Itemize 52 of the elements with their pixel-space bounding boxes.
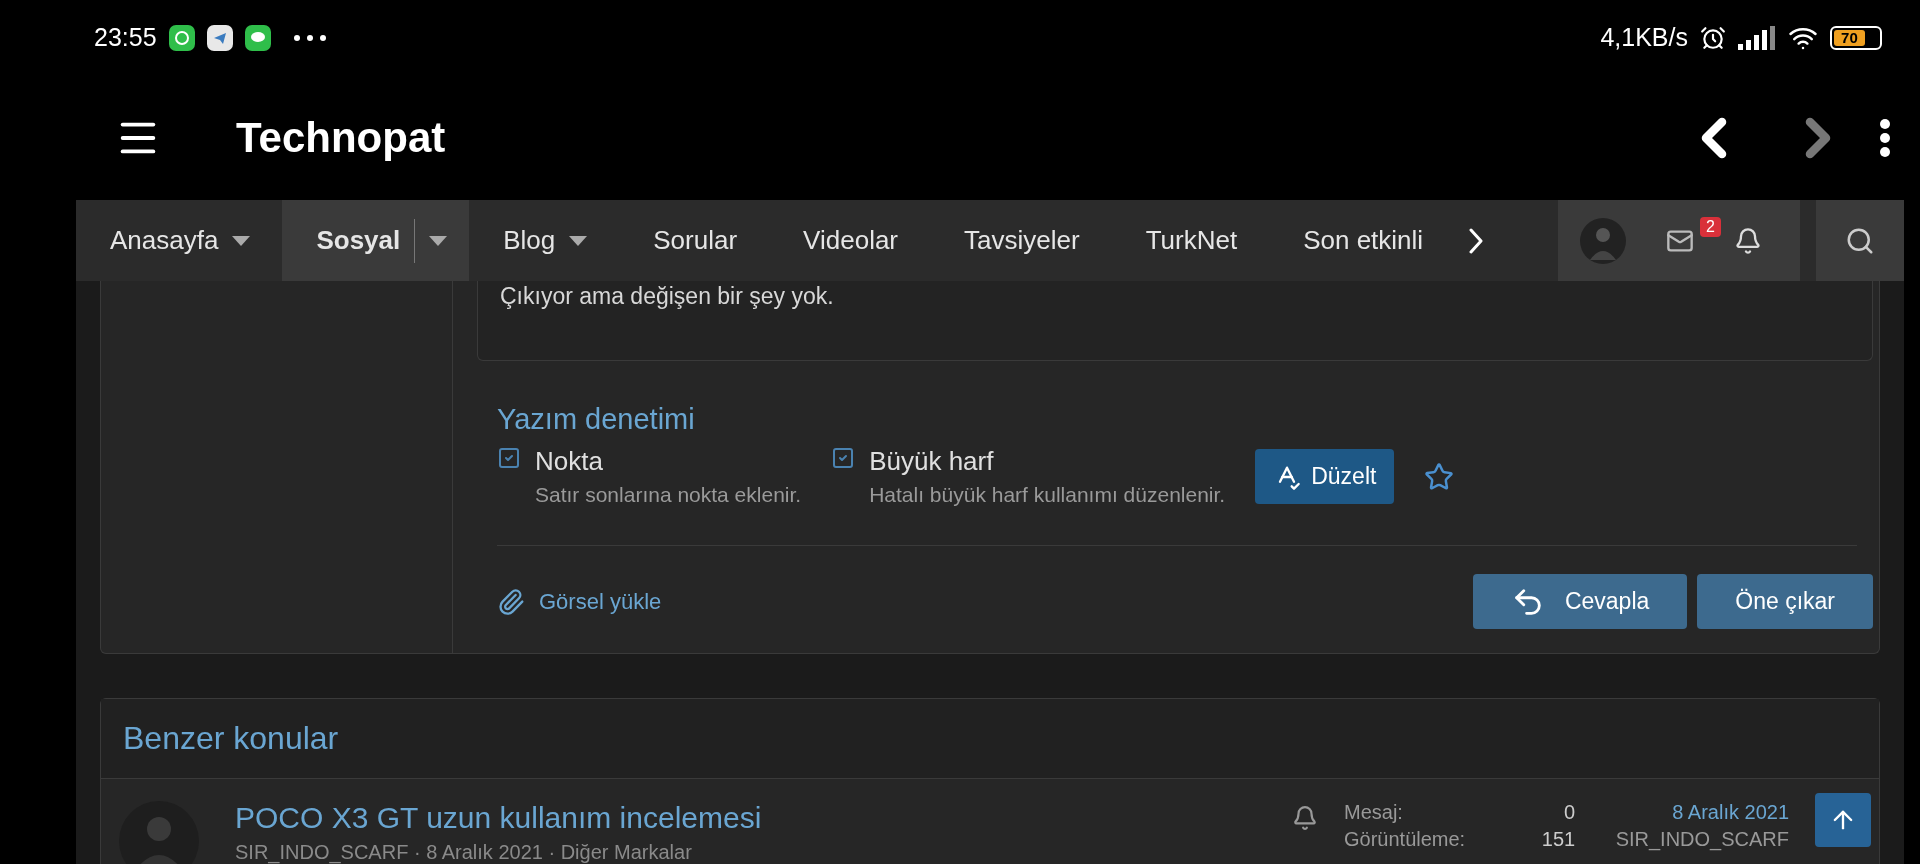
message-field[interactable]: Çıkıyor ama değişen bir şey yok. [477,281,1873,361]
stat-label: Mesaj: [1344,801,1404,824]
reply-button[interactable]: Cevapla [1472,574,1688,629]
nav-tab[interactable]: Tavsiyeler [930,200,1112,281]
chat-app-icon [168,24,195,51]
paper-plane-icon [206,24,233,51]
nav-tab[interactable]: Son etkinli [1269,200,1456,281]
message-bubble-icon [244,24,271,51]
caret-icon[interactable] [429,235,448,246]
scroll-right-button[interactable] [1469,227,1484,254]
app-title: Technopat [236,113,446,162]
stat-value: 0 [1563,801,1576,824]
bell-icon[interactable] [1292,805,1318,831]
upload-image-link[interactable]: Görsel yükle [497,587,662,616]
notification-count: 2 [1700,216,1721,237]
thread-meta: SIR_INDO_SCARF · 8 Aralık 2021 · Diğer Markalar [235,841,693,864]
nav-tab[interactable]: Blog [469,200,620,281]
nav-tab[interactable]: Videolar [769,200,931,281]
alarm-icon [1700,24,1726,51]
caret-icon[interactable] [232,235,251,246]
checked-box-icon [497,446,521,470]
caret-icon[interactable] [569,235,588,246]
notifications-button[interactable] [1734,226,1762,255]
feature-button[interactable]: Öne çıkar [1697,574,1873,629]
option-label: Nokta [535,446,604,477]
chevron-right-icon [1469,227,1484,254]
nav-tab[interactable]: Sorular [619,200,770,281]
more-options-button[interactable] [1880,118,1890,157]
scroll-top-button[interactable] [1815,793,1871,847]
fix-button[interactable]: Düzelt [1255,449,1395,504]
option-label: Büyük harf [869,446,995,477]
battery-icon: 70 [1830,25,1882,50]
star-button[interactable] [1424,461,1455,492]
last-post-user: SIR_INDO_SCARF [1615,828,1789,851]
more-icon [1880,118,1890,157]
section-title: Benzer konular [123,720,339,757]
nav-tab[interactable]: Sosyal [282,200,470,281]
paperclip-icon [497,587,525,616]
thread-title[interactable]: POCO X3 GT uzun kullanım incelemesi [235,801,1292,835]
status-time: 23:55 [94,23,157,52]
more-notifications-icon [292,33,327,42]
nav-tab[interactable]: TurkNet [1111,200,1270,281]
nav-tab[interactable]: Anasayfa [76,200,283,281]
checked-box-icon [831,446,856,470]
network-speed: 4,1KB/s [1600,23,1688,52]
signal-icon [1738,25,1776,50]
spellcheck-title: Yazım denetimi [497,403,696,436]
stat-value: 151 [1540,828,1576,851]
option-description: Satır sonlarına nokta eklenir. [535,483,802,507]
last-post-date[interactable]: 8 Aralık 2021 [1672,801,1789,824]
stat-label: Görüntüleme: [1344,828,1466,851]
option-description: Hatalı büyük harf kullanımı düzenlenir. [869,483,1226,507]
